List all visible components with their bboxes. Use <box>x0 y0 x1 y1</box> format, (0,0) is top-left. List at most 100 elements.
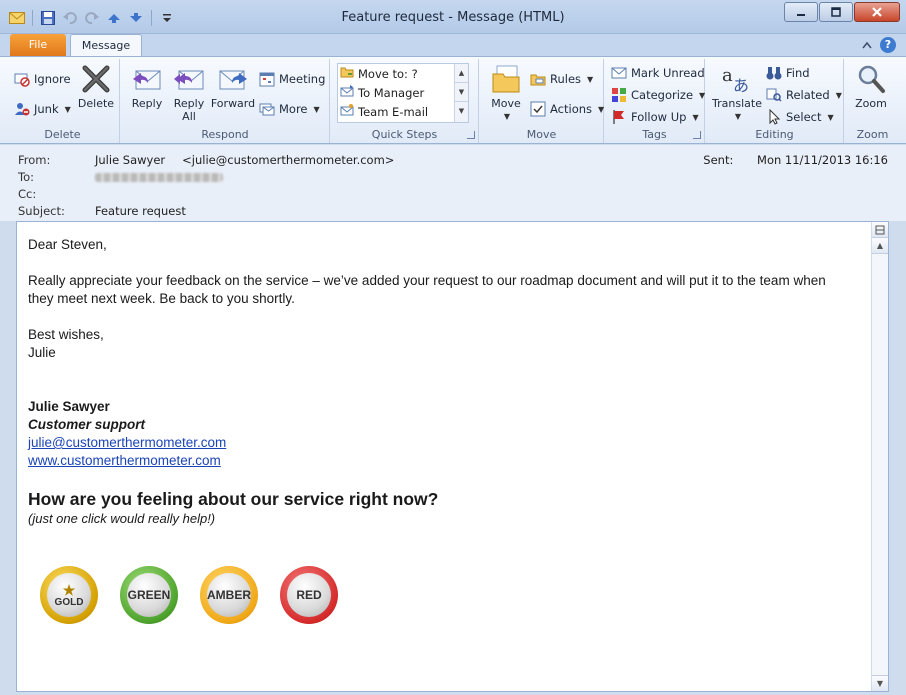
translate-button[interactable]: aあ Translate ▼ <box>710 63 764 123</box>
meeting-button[interactable]: Meeting <box>259 69 325 89</box>
ribbon: Ignore Junk ▼ Delete Delete Reply Reply … <box>0 56 906 144</box>
find-button[interactable]: Find <box>766 63 810 83</box>
to-manager-icon <box>340 84 354 101</box>
closing-name: Julie <box>28 345 56 360</box>
window-title: Feature request - Message (HTML) <box>341 10 565 25</box>
reply-all-button[interactable]: Reply All <box>169 63 209 123</box>
message-body[interactable]: Dear Steven, Really appreciate your feed… <box>16 221 889 692</box>
maximize-button[interactable] <box>819 2 853 22</box>
delete-x-icon <box>80 63 112 95</box>
from-row: From: Julie Sawyer <julie@customerthermo… <box>18 153 394 169</box>
signature-email-link[interactable]: julie@customerthermometer.com <box>28 435 226 450</box>
categorize-button[interactable]: Categorize ▼ <box>611 85 705 105</box>
split-view-icon[interactable] <box>872 222 888 238</box>
subject-label: Subject: <box>18 204 65 218</box>
move-button[interactable]: Move ▼ <box>484 63 528 123</box>
quick-steps-down-icon[interactable]: ▼ <box>455 83 468 102</box>
actions-button[interactable]: Actions ▼ <box>530 99 604 119</box>
cc-label: Cc: <box>18 187 37 201</box>
mark-unread-button[interactable]: Mark Unread <box>611 63 705 83</box>
move-to-folder-icon <box>340 65 354 82</box>
closing: Best wishes, <box>28 327 104 342</box>
body-paragraph-cont: they meet next week. Be back to you shor… <box>28 291 295 306</box>
help-icon[interactable]: ? <box>880 37 896 53</box>
tags-group-label: Tags <box>642 128 667 141</box>
delete-group: Ignore Junk ▼ Delete Delete <box>6 59 120 143</box>
tags-launcher-icon[interactable] <box>693 131 701 139</box>
tags-group: Mark Unread Categorize ▼ Follow Up ▼ Tags <box>605 59 705 143</box>
more-respond-button[interactable]: More ▼ <box>259 99 320 119</box>
select-button[interactable]: Select ▼ <box>766 107 834 127</box>
flag-icon <box>611 109 627 125</box>
related-button[interactable]: Related ▼ <box>766 85 842 105</box>
vertical-scrollbar[interactable]: ▲ ▼ <box>871 222 888 691</box>
scroll-up-icon[interactable]: ▲ <box>872 238 888 254</box>
mark-unread-icon <box>611 65 627 81</box>
scroll-down-icon[interactable]: ▼ <box>872 675 888 691</box>
minimize-button[interactable] <box>784 2 818 22</box>
ignore-icon <box>14 71 30 87</box>
rating-amber-button[interactable]: AMBER <box>200 566 258 624</box>
quick-step-team-email[interactable]: Team E-mail <box>340 102 428 121</box>
cursor-icon <box>766 109 782 125</box>
delete-button[interactable]: Delete <box>76 63 116 110</box>
quick-steps-launcher-icon[interactable] <box>467 131 475 139</box>
move-folder-icon <box>490 63 522 95</box>
signature-role: Customer support <box>28 417 146 432</box>
survey-hint: (just one click would really help!) <box>28 511 216 526</box>
ribbon-tabs: File Message ? <box>0 34 906 57</box>
quick-steps-gallery: Move to: ? To Manager Team E-mail ▲ ▼ ▼ <box>337 63 469 123</box>
from-label: From: <box>18 153 51 167</box>
subject-value: Feature request <box>95 204 186 218</box>
move-group: Move ▼ Rules ▼ Actions ▼ Move <box>480 59 604 143</box>
junk-button[interactable]: Junk ▼ <box>14 99 71 119</box>
actions-icon <box>530 101 546 117</box>
forward-icon <box>217 63 249 95</box>
rating-gold-button[interactable]: ★ GOLD <box>40 566 98 624</box>
respond-group-label: Respond <box>201 128 249 141</box>
message-header: From: Julie Sawyer <julie@customerthermo… <box>0 145 906 221</box>
reply-button[interactable]: Reply <box>127 63 167 110</box>
quick-steps-up-icon[interactable]: ▲ <box>455 64 468 83</box>
move-group-label: Move <box>526 128 557 141</box>
title-bar: Feature request - Message (HTML) <box>0 0 906 34</box>
translate-icon: aあ <box>721 63 753 95</box>
ignore-button[interactable]: Ignore <box>14 69 71 89</box>
reply-all-icon <box>173 63 205 95</box>
signature-name: Julie Sawyer <box>28 399 110 414</box>
to-row: To: <box>18 170 223 186</box>
zoom-group-label: Zoom <box>856 128 889 141</box>
close-button[interactable] <box>854 2 900 22</box>
sent-label: Sent: <box>703 153 734 167</box>
respond-group: Reply Reply All Forward Meeting More ▼ R… <box>121 59 330 143</box>
gold-star-badge-icon: ★ GOLD <box>47 573 91 617</box>
related-icon <box>766 87 782 103</box>
quick-steps-scroll: ▲ ▼ ▼ <box>454 64 468 122</box>
quick-steps-group: Move to: ? To Manager Team E-mail ▲ ▼ ▼ … <box>331 59 479 143</box>
quick-steps-expand-icon[interactable]: ▼ <box>455 102 468 121</box>
forward-button[interactable]: Forward <box>211 63 255 110</box>
calendar-icon <box>259 71 275 87</box>
greeting: Dear Steven, <box>28 237 107 252</box>
quick-step-move-to[interactable]: Move to: ? <box>340 64 418 83</box>
categorize-icon <box>611 87 627 103</box>
svg-text:a: a <box>722 65 733 86</box>
quick-step-to-manager[interactable]: To Manager <box>340 83 424 102</box>
follow-up-button[interactable]: Follow Up ▼ <box>611 107 699 127</box>
to-label: To: <box>18 170 34 184</box>
tab-message[interactable]: Message <box>70 34 142 57</box>
delete-group-label: Delete <box>44 128 81 141</box>
rating-green-button[interactable]: GREEN <box>120 566 178 624</box>
message-content: Dear Steven, Really appreciate your feed… <box>28 236 858 528</box>
collapse-ribbon-icon[interactable] <box>862 38 872 52</box>
from-email[interactable]: <julie@customerthermometer.com> <box>182 153 394 169</box>
svg-text:あ: あ <box>733 76 749 94</box>
tab-file[interactable]: File <box>10 34 66 56</box>
zoom-button[interactable]: Zoom <box>849 63 893 110</box>
from-name[interactable]: Julie Sawyer <box>95 153 165 169</box>
rating-red-button[interactable]: RED <box>280 566 338 624</box>
rules-button[interactable]: Rules ▼ <box>530 69 593 89</box>
rules-icon <box>530 71 546 87</box>
editing-group: aあ Translate ▼ Find Related ▼ Select ▼ Edi… <box>706 59 844 143</box>
signature-website-link[interactable]: www.customerthermometer.com <box>28 453 221 468</box>
